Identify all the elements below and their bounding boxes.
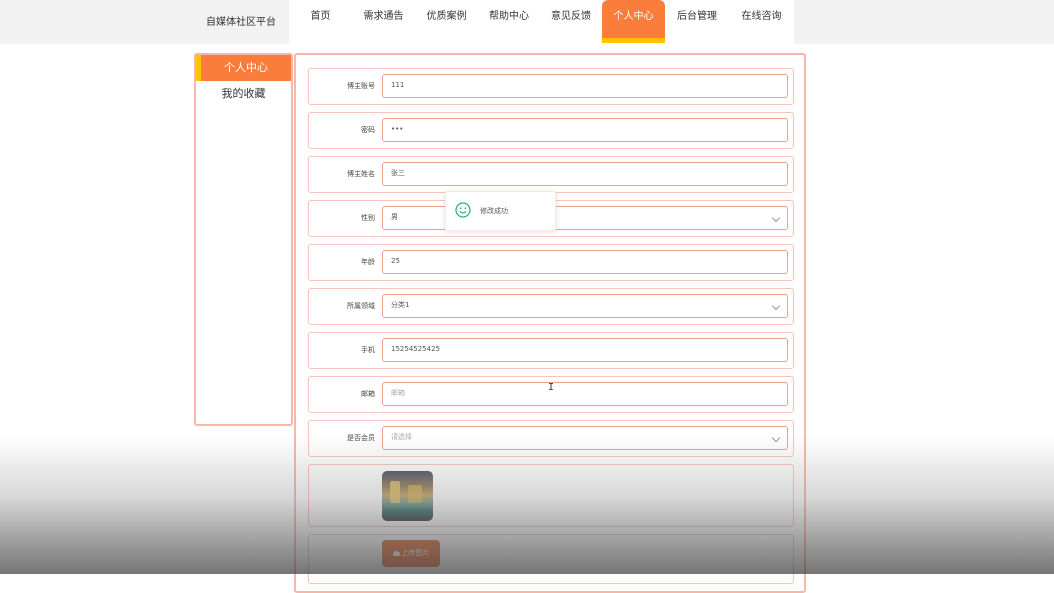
form-row-field: 所属领域 分类1 bbox=[308, 288, 794, 325]
member-label: 是否会员 bbox=[347, 434, 375, 442]
form-row-age: 年龄 25 bbox=[308, 244, 794, 281]
site-brand[interactable]: 自媒体社区平台 bbox=[206, 13, 276, 28]
text-cursor-icon: I bbox=[548, 382, 555, 393]
phone-input[interactable]: 15254525425 bbox=[382, 338, 788, 362]
name-label: 博主姓名 bbox=[347, 170, 375, 178]
chevron-down-icon bbox=[771, 213, 781, 223]
chevron-down-icon bbox=[771, 433, 781, 443]
age-input[interactable]: 25 bbox=[382, 250, 788, 274]
top-navigation-bar: 自媒体社区平台 首页 需求通告 优质案例 帮助中心 意见反馈 个人中心 后台管理… bbox=[0, 0, 1054, 44]
upload-row: 上传图片 bbox=[308, 534, 794, 584]
upload-image-button[interactable]: 上传图片 bbox=[382, 540, 440, 567]
password-input[interactable]: ••• bbox=[382, 118, 788, 142]
password-label: 密码 bbox=[361, 126, 375, 134]
email-input[interactable]: 邮箱 bbox=[382, 382, 788, 406]
member-value: 请选择 bbox=[391, 433, 412, 441]
gender-label: 性别 bbox=[361, 214, 375, 222]
gender-value: 男 bbox=[391, 213, 398, 221]
field-value: 分类1 bbox=[391, 301, 410, 309]
toast-message: 修改成功 bbox=[480, 207, 508, 215]
upload-cloud-icon bbox=[392, 550, 400, 556]
avatar-image bbox=[382, 471, 433, 521]
form-row-password: 密码 ••• bbox=[308, 112, 794, 149]
main-nav: 首页 需求通告 优质案例 帮助中心 意见反馈 个人中心 后台管理 在线咨询 bbox=[289, 0, 794, 44]
age-label: 年龄 bbox=[361, 258, 375, 266]
phone-label: 手机 bbox=[361, 346, 375, 354]
nav-admin[interactable]: 后台管理 bbox=[665, 0, 729, 38]
form-row-phone: 手机 15254525425 bbox=[308, 332, 794, 369]
nav-requirements[interactable]: 需求通告 bbox=[352, 0, 415, 38]
nav-cases[interactable]: 优质案例 bbox=[415, 0, 478, 38]
profile-form: 博主账号 111 密码 ••• 博主姓名 张三 性别 男 年龄 25 所属领域 … bbox=[294, 53, 806, 593]
upload-button-label: 上传图片 bbox=[401, 549, 430, 557]
form-row-account: 博主账号 111 bbox=[308, 68, 794, 105]
email-label: 邮箱 bbox=[361, 390, 375, 398]
avatar-preview-row bbox=[308, 464, 794, 527]
account-input[interactable]: 111 bbox=[382, 74, 788, 98]
name-input[interactable]: 张三 bbox=[382, 162, 788, 186]
smile-icon bbox=[455, 202, 471, 218]
nav-personal-center[interactable]: 个人中心 bbox=[602, 0, 665, 43]
sidebar: 个人中心 我的收藏 bbox=[194, 53, 293, 426]
sidebar-item-favorites[interactable]: 我的收藏 bbox=[196, 81, 291, 107]
form-row-name: 博主姓名 张三 bbox=[308, 156, 794, 193]
nav-online-consult[interactable]: 在线咨询 bbox=[729, 0, 794, 38]
nav-home[interactable]: 首页 bbox=[289, 0, 352, 38]
field-label: 所属领域 bbox=[347, 302, 375, 310]
sidebar-item-personal-center[interactable]: 个人中心 bbox=[196, 55, 291, 81]
success-toast: 修改成功 bbox=[445, 191, 556, 231]
form-row-member: 是否会员 请选择 bbox=[308, 420, 794, 457]
nav-help-center[interactable]: 帮助中心 bbox=[478, 0, 540, 38]
nav-feedback[interactable]: 意见反馈 bbox=[540, 0, 602, 38]
chevron-down-icon bbox=[771, 301, 781, 311]
gender-select[interactable]: 男 bbox=[382, 206, 788, 230]
member-select[interactable]: 请选择 bbox=[382, 426, 788, 450]
account-label: 博主账号 bbox=[347, 82, 375, 90]
field-select[interactable]: 分类1 bbox=[382, 294, 788, 318]
